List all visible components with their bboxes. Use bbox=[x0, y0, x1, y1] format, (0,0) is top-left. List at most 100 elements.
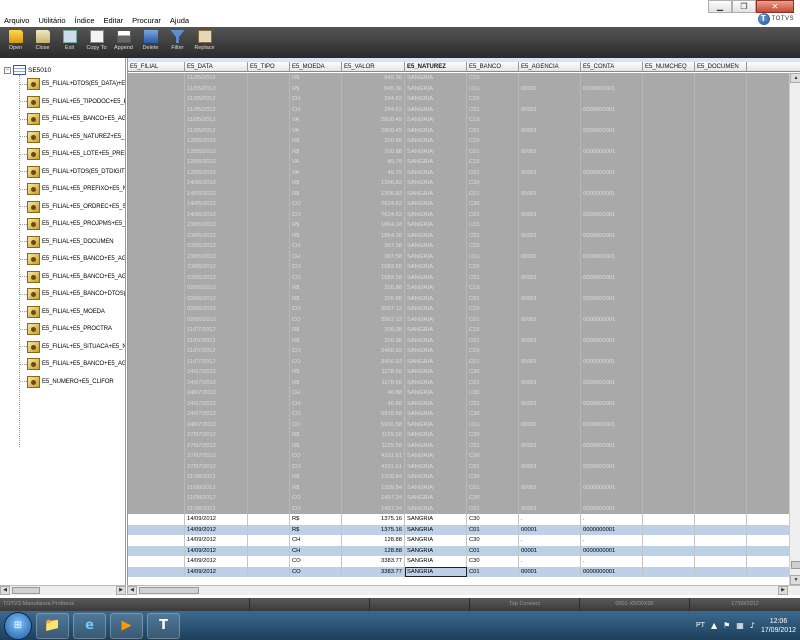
cell-e5-valor[interactable]: 4291.61 bbox=[342, 461, 405, 472]
cell-e5-data[interactable]: 11/05/2012 bbox=[185, 83, 248, 94]
cell-e5-banco[interactable]: C01 bbox=[467, 545, 519, 556]
cell-e5-documen[interactable] bbox=[695, 566, 747, 577]
cell-e5-filial[interactable] bbox=[128, 535, 185, 546]
cell-e5-valor[interactable]: 7624.62 bbox=[342, 199, 405, 210]
cell-e5-banco[interactable]: C01 bbox=[467, 566, 519, 577]
cell-e5-agencia[interactable] bbox=[519, 451, 581, 462]
cell-e5-filial[interactable] bbox=[128, 230, 185, 241]
cell-e5-banco[interactable]: C01 bbox=[467, 398, 519, 409]
cell-e5-banco[interactable]: C15 bbox=[467, 220, 519, 231]
cell-e5-documen[interactable] bbox=[695, 262, 747, 273]
cell-e5-data[interactable]: 14/05/2012 bbox=[185, 178, 248, 189]
cell-e5-valor[interactable]: 200.88 bbox=[342, 146, 405, 157]
cell-e5-valor[interactable]: 128.88 bbox=[342, 535, 405, 546]
cell-e5-tipo[interactable] bbox=[248, 167, 290, 178]
cell-e5-tipo[interactable] bbox=[248, 514, 290, 525]
cell-e5-moeda[interactable]: CO bbox=[290, 409, 342, 420]
cell-e5-filial[interactable] bbox=[128, 451, 185, 462]
cell-e5-filial[interactable] bbox=[128, 566, 185, 577]
cell-e5-naturez[interactable]: SANGRIA bbox=[405, 241, 467, 252]
table-row[interactable]: 24/07/2012 CH 46.88 SANGRIA C01 00001 00000000… bbox=[128, 398, 789, 409]
cell-e5-conta[interactable]: 0000000001 bbox=[581, 503, 643, 514]
cell-e5-conta[interactable] bbox=[581, 283, 643, 294]
cell-e5-naturez[interactable]: SANGRIA bbox=[405, 461, 467, 472]
cell-e5-tipo[interactable] bbox=[248, 461, 290, 472]
cell-e5-moeda[interactable]: CH bbox=[290, 545, 342, 556]
table-row[interactable]: 14/05/2012 CO 7624.62 SANGRIA C30 bbox=[128, 199, 789, 210]
column-header-e5-banco[interactable]: E5_BANCO bbox=[467, 62, 519, 72]
column-header-e5-tipo[interactable]: E5_TIPO bbox=[248, 62, 290, 72]
cell-e5-moeda[interactable]: R$ bbox=[290, 220, 342, 231]
cell-e5-agencia[interactable]: 00001 bbox=[519, 545, 581, 556]
cell-e5-conta[interactable] bbox=[581, 409, 643, 420]
cell-e5-banco[interactable]: C01 bbox=[467, 377, 519, 388]
cell-e5-naturez[interactable]: SANGRIA bbox=[405, 430, 467, 441]
table-row[interactable]: 11/05/2012 CH 294.62 SANGRIA C01 00001 0000000… bbox=[128, 104, 789, 115]
cell-e5-filial[interactable] bbox=[128, 545, 185, 556]
cell-e5-naturez[interactable]: SANGRIA bbox=[405, 83, 467, 94]
cell-e5-valor[interactable]: 845.36 bbox=[342, 73, 405, 84]
cell-e5-data[interactable]: 11/07/2012 bbox=[185, 356, 248, 367]
cell-e5-banco[interactable]: C01 bbox=[467, 83, 519, 94]
cell-e5-documen[interactable] bbox=[695, 335, 747, 346]
cell-e5-documen[interactable] bbox=[695, 524, 747, 535]
cell-e5-numcheq[interactable] bbox=[643, 346, 695, 357]
cell-e5-valor[interactable]: 294.62 bbox=[342, 104, 405, 115]
cell-e5-filial[interactable] bbox=[128, 482, 185, 493]
cell-e5-numcheq[interactable] bbox=[643, 419, 695, 430]
cell-e5-valor[interactable]: 7624.62 bbox=[342, 209, 405, 220]
cell-e5-documen[interactable] bbox=[695, 482, 747, 493]
cell-e5-conta[interactable] bbox=[581, 388, 643, 399]
cell-e5-documen[interactable] bbox=[695, 230, 747, 241]
cell-e5-agencia[interactable]: 00001 bbox=[519, 335, 581, 346]
cell-e5-data[interactable]: 14/09/2012 bbox=[185, 566, 248, 577]
cell-e5-agencia[interactable] bbox=[519, 94, 581, 105]
cell-e5-numcheq[interactable] bbox=[643, 115, 695, 126]
tree-index-item[interactable]: E5_FILIAL+E5_PREFIXO+E5_N bbox=[20, 182, 125, 196]
cell-e5-banco[interactable]: C15 bbox=[467, 157, 519, 168]
cell-e5-naturez[interactable]: SANGRIA bbox=[405, 566, 467, 577]
cell-e5-filial[interactable] bbox=[128, 325, 185, 336]
cell-e5-conta[interactable] bbox=[581, 157, 643, 168]
tree-index-item[interactable]: E5_FILIAL+DTOS(E5_DATA)+E bbox=[20, 77, 125, 91]
cell-e5-moeda[interactable]: CO bbox=[290, 272, 342, 283]
cell-e5-valor[interactable]: 1125.58 bbox=[342, 430, 405, 441]
cell-e5-tipo[interactable] bbox=[248, 493, 290, 504]
cell-e5-moeda[interactable]: R$ bbox=[290, 367, 342, 378]
cell-e5-documen[interactable] bbox=[695, 514, 747, 525]
cell-e5-numcheq[interactable] bbox=[643, 461, 695, 472]
cell-e5-documen[interactable] bbox=[695, 146, 747, 157]
scroll-thumb[interactable] bbox=[791, 561, 800, 569]
cell-e5-agencia[interactable] bbox=[519, 157, 581, 168]
cell-e5-agencia[interactable] bbox=[519, 493, 581, 504]
cell-e5-tipo[interactable] bbox=[248, 293, 290, 304]
cell-e5-conta[interactable]: 0000000001 bbox=[581, 314, 643, 325]
cell-e5-documen[interactable] bbox=[695, 167, 747, 178]
close-icon[interactable]: ✕ bbox=[756, 0, 794, 13]
table-row[interactable]: 11/05/2012 VA 2800.45 SANGRIA C15 bbox=[128, 115, 789, 126]
cell-e5-banco[interactable]: C01 bbox=[467, 335, 519, 346]
table-row[interactable]: 24/07/2012 CH 46.88 SANGRIA C30 bbox=[128, 388, 789, 399]
cell-e5-tipo[interactable] bbox=[248, 535, 290, 546]
cell-e5-conta[interactable]: 0000000001 bbox=[581, 167, 643, 178]
cell-e5-valor[interactable]: 367.58 bbox=[342, 241, 405, 252]
cell-e5-conta[interactable] bbox=[581, 346, 643, 357]
cell-e5-valor[interactable]: 45.79 bbox=[342, 157, 405, 168]
table-row[interactable]: 11/07/2012 R$ 326.38 SANGRIA C01 00001 0000000… bbox=[128, 335, 789, 346]
cell-e5-valor[interactable]: 45.79 bbox=[342, 167, 405, 178]
cell-e5-naturez[interactable]: SANGRIA bbox=[405, 356, 467, 367]
cell-e5-moeda[interactable]: VA bbox=[290, 125, 342, 136]
cell-e5-valor[interactable]: 1396.82 bbox=[342, 188, 405, 199]
tree-index-item[interactable]: E5_FILIAL+E5_LOTE+E5_PREF bbox=[20, 147, 125, 161]
cell-e5-tipo[interactable] bbox=[248, 83, 290, 94]
cell-e5-moeda[interactable]: CH bbox=[290, 388, 342, 399]
cell-e5-tipo[interactable] bbox=[248, 262, 290, 273]
cell-e5-documen[interactable] bbox=[695, 430, 747, 441]
table-row[interactable]: 12/05/2012 VA 45.79 SANGRIA C15 bbox=[128, 157, 789, 168]
cell-e5-tipo[interactable] bbox=[248, 335, 290, 346]
cell-e5-numcheq[interactable] bbox=[643, 220, 695, 231]
cell-e5-moeda[interactable]: CO bbox=[290, 304, 342, 315]
cell-e5-valor[interactable]: 226.88 bbox=[342, 293, 405, 304]
cell-e5-numcheq[interactable] bbox=[643, 430, 695, 441]
cell-e5-numcheq[interactable] bbox=[643, 304, 695, 315]
